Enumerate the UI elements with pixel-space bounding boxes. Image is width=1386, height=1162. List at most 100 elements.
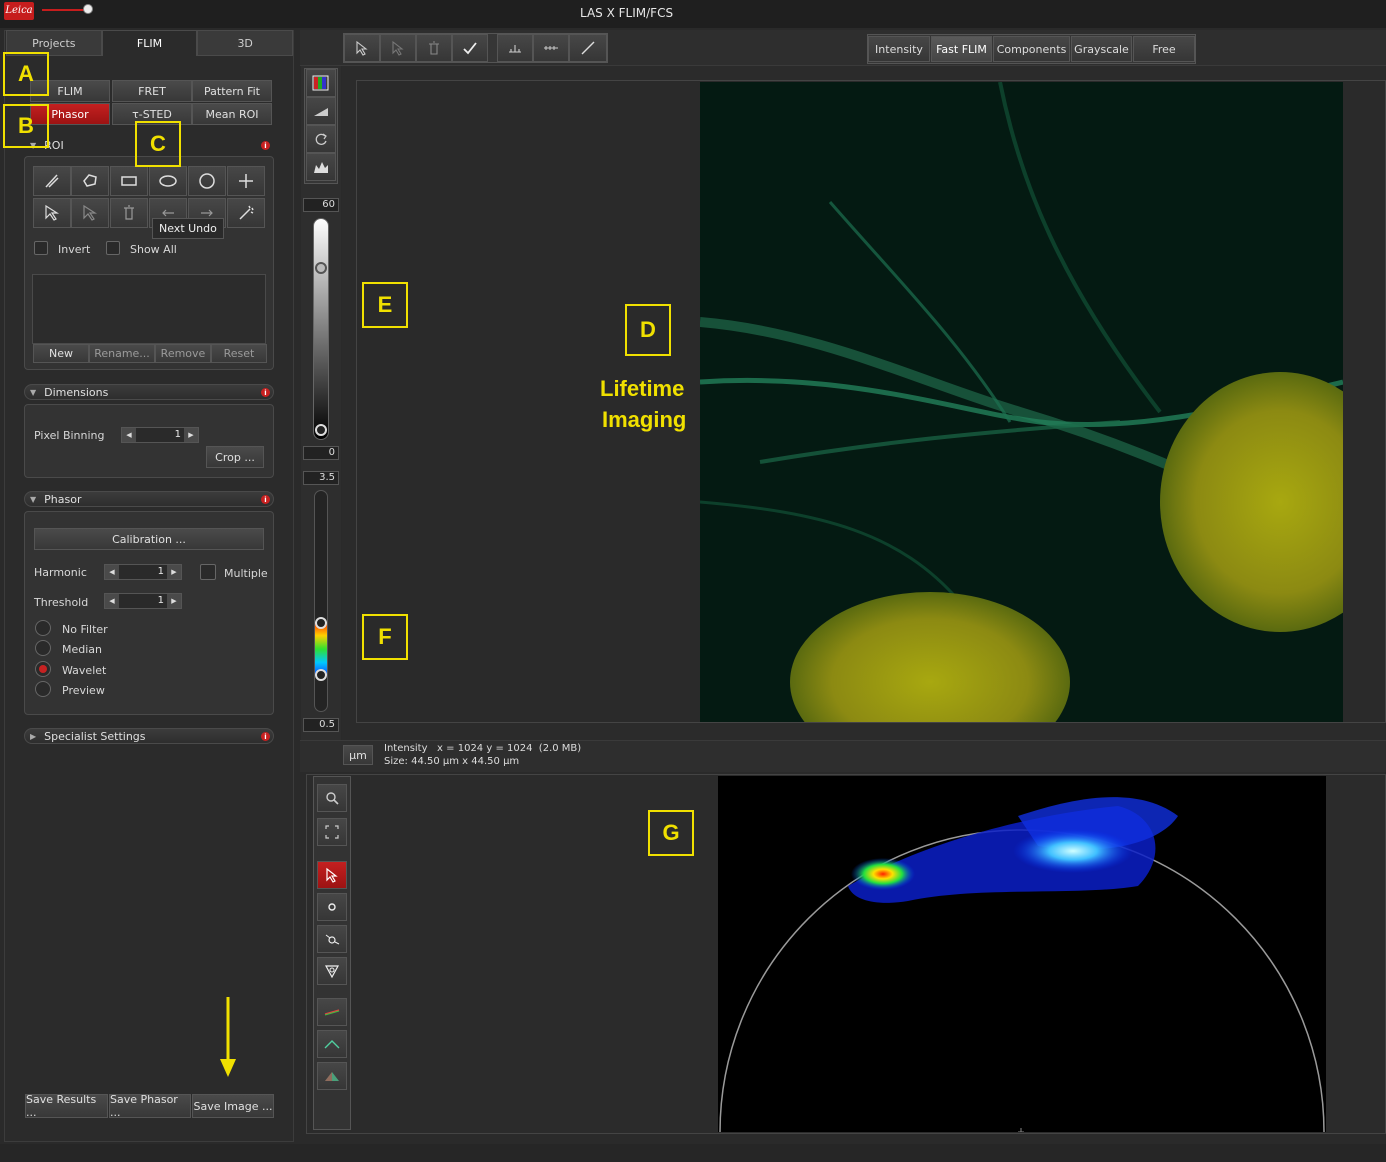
harmonic-spinner[interactable]: ◀ 1 ▶ — [104, 564, 182, 580]
wavelet-radio[interactable] — [35, 661, 51, 677]
lifetime-upper-handle[interactable] — [315, 617, 327, 629]
mean-roi-button[interactable]: Mean ROI — [192, 103, 272, 125]
calibration-button[interactable]: Calibration ... — [34, 528, 264, 550]
save-image-button[interactable]: Save Image ... — [192, 1094, 274, 1118]
intensity-min-value[interactable]: 0 — [303, 446, 339, 460]
free-view-button[interactable]: Free — [1133, 36, 1195, 62]
freehand-tool[interactable] — [33, 166, 71, 196]
multiple-checkbox[interactable] — [200, 564, 216, 580]
tab-3d[interactable]: 3D — [197, 30, 294, 56]
fret-mode-button[interactable]: FRET — [112, 80, 192, 102]
rectangle-tool[interactable] — [110, 166, 148, 196]
show-all-label: Show All — [130, 243, 177, 256]
reset-roi-button[interactable]: Reset — [211, 344, 267, 363]
dimensions-info-icon[interactable]: i — [261, 388, 270, 397]
lifetime-max-value[interactable]: 3.5 — [303, 471, 339, 485]
preview-radio[interactable] — [35, 681, 51, 697]
rename-roi-button[interactable]: Rename... — [89, 344, 155, 363]
remove-roi-button[interactable]: Remove — [155, 344, 211, 363]
lifetime-min-value[interactable]: 0.5 — [303, 718, 339, 732]
circle-tool[interactable] — [188, 166, 226, 196]
flim-image[interactable] — [700, 82, 1343, 722]
point-tool[interactable] — [227, 166, 265, 196]
trash-icon — [124, 205, 134, 220]
lifetime-lower-handle[interactable] — [315, 669, 327, 681]
color-triangle-icon — [325, 1072, 339, 1081]
select-tool[interactable] — [33, 198, 71, 228]
delete-tool[interactable] — [416, 34, 452, 62]
arc-tool[interactable] — [317, 1030, 347, 1058]
invert-checkbox[interactable] — [34, 241, 48, 255]
save-results-button[interactable]: Save Results ... — [25, 1093, 108, 1119]
right-arrow-icon[interactable]: ▶ — [167, 565, 181, 579]
left-arrow-icon[interactable]: ◀ — [105, 594, 119, 608]
status-line-1: Intensity x = 1024 y = 1024 (2.0 MB) — [384, 743, 582, 754]
color-lut-icon — [312, 75, 329, 91]
grayscale-view-button[interactable]: Grayscale — [1071, 36, 1132, 62]
roi-info-icon[interactable]: i — [261, 141, 270, 150]
annotation-b: B — [3, 104, 49, 148]
threshold-spinner[interactable]: ◀ 1 ▶ — [104, 593, 182, 609]
right-arrow-icon[interactable]: ▶ — [184, 428, 198, 442]
unit-button[interactable]: µm — [343, 745, 373, 765]
annotation-a: A — [3, 52, 49, 96]
refresh-tool[interactable] — [306, 125, 336, 153]
left-tabs: Projects FLIM 3D — [6, 30, 294, 56]
apply-tool[interactable] — [452, 34, 488, 62]
roi-list[interactable] — [32, 274, 266, 344]
polygon-tool[interactable] — [71, 166, 109, 196]
save-phasor-button[interactable]: Save Phasor ... — [109, 1093, 191, 1119]
pixel-binning-spinner[interactable]: ◀ 1 ▶ — [121, 427, 199, 443]
fast-flim-view-button[interactable]: Fast FLIM — [931, 36, 992, 62]
no-filter-radio[interactable] — [35, 620, 51, 636]
crop-button[interactable]: Crop ... — [206, 446, 264, 468]
title-bar: LAS X FLIM/FCS — [0, 0, 1386, 28]
bottom-bar — [0, 1144, 1386, 1162]
left-arrow-icon[interactable]: ◀ — [122, 428, 136, 442]
expand-triangle-icon: ▶ — [30, 732, 37, 741]
tab-flim[interactable]: FLIM — [101, 30, 198, 56]
measure-tool[interactable] — [497, 34, 533, 62]
gradient-tool[interactable] — [306, 97, 336, 125]
components-view-button[interactable]: Components — [993, 36, 1070, 62]
line-fit-tool[interactable] — [317, 998, 347, 1026]
pattern-fit-button[interactable]: Pattern Fit — [192, 80, 272, 102]
zoom-tool[interactable] — [317, 784, 347, 812]
fit-view-tool[interactable] — [317, 818, 347, 846]
lut-tool[interactable] — [306, 69, 336, 97]
phasor-plot[interactable] — [718, 776, 1326, 1133]
phasor-info-icon[interactable]: i — [261, 495, 270, 504]
delete-roi-tool[interactable] — [110, 198, 148, 228]
circle-cursor-tool[interactable] — [317, 893, 347, 921]
intensity-max-value[interactable]: 60 — [303, 198, 339, 212]
right-arrow-icon[interactable]: ▶ — [167, 594, 181, 608]
intensity-lower-handle[interactable] — [315, 424, 327, 436]
arrow-pointer-icon — [356, 40, 368, 56]
zoom-slider-knob[interactable] — [83, 4, 93, 14]
histogram-tool[interactable] — [306, 153, 336, 181]
triangle-fill-tool[interactable] — [317, 1062, 347, 1090]
median-radio[interactable] — [35, 640, 51, 656]
triangle-cursor-tool[interactable] — [317, 957, 347, 985]
fit-frame-icon — [325, 825, 339, 839]
new-roi-button[interactable]: New — [33, 344, 89, 363]
phasor-section-header[interactable]: ▼ Phasor — [30, 493, 82, 506]
dimensions-section-header[interactable]: ▼ Dimensions — [30, 386, 108, 399]
status-line-2: Size: 44.50 µm x 44.50 µm — [384, 756, 520, 767]
intensity-view-button[interactable]: Intensity — [868, 36, 930, 62]
line-tool[interactable] — [569, 34, 607, 62]
specialist-section-header[interactable]: ▶ Specialist Settings — [30, 730, 146, 743]
scale-bar-tool[interactable] — [533, 34, 569, 62]
intensity-upper-handle[interactable] — [315, 262, 327, 274]
show-all-checkbox[interactable] — [106, 241, 120, 255]
pointer-all-tool[interactable] — [380, 34, 416, 62]
ellipse-tool[interactable] — [149, 166, 187, 196]
pointer-tool[interactable] — [344, 34, 380, 62]
linked-circle-icon — [325, 934, 340, 945]
left-arrow-icon[interactable]: ◀ — [105, 565, 119, 579]
magic-wand-tool[interactable] — [227, 198, 265, 228]
linked-circle-tool[interactable] — [317, 925, 347, 953]
select-all-tool[interactable] — [71, 198, 109, 228]
specialist-info-icon[interactable]: i — [261, 732, 270, 741]
phasor-select-tool[interactable] — [317, 861, 347, 889]
